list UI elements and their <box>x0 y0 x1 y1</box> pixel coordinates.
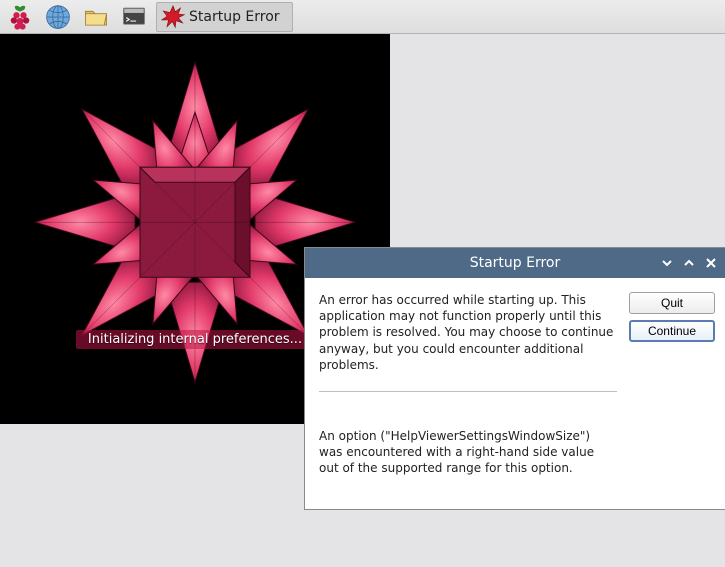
file-manager-icon[interactable] <box>80 2 112 32</box>
raspberry-menu-icon[interactable] <box>4 2 36 32</box>
dialog-body: An error has occurred while starting up.… <box>305 278 725 509</box>
dialog-titlebar[interactable]: Startup Error <box>305 248 725 278</box>
maximize-icon[interactable] <box>681 255 697 271</box>
startup-error-dialog: Startup Error An error has occurred whil… <box>305 248 725 509</box>
dialog-buttons: Quit Continue <box>629 292 715 489</box>
globe-icon[interactable] <box>42 2 74 32</box>
taskbar: Startup Error <box>0 0 725 34</box>
starburst-error-icon <box>161 5 185 29</box>
dialog-separator <box>319 391 617 392</box>
quit-button[interactable]: Quit <box>629 292 715 314</box>
taskbar-app-label: Startup Error <box>189 9 280 25</box>
dialog-para-2: An option ("HelpViewerSettingsWindowSize… <box>319 428 617 477</box>
dialog-para-1: An error has occurred while starting up.… <box>319 292 617 373</box>
splash-status-text: Initializing internal preferences... <box>76 330 314 349</box>
terminal-icon[interactable] <box>118 2 150 32</box>
dialog-text: An error has occurred while starting up.… <box>319 292 617 489</box>
continue-button[interactable]: Continue <box>629 320 715 342</box>
shade-icon[interactable] <box>659 255 675 271</box>
taskbar-app-startup-error[interactable]: Startup Error <box>156 2 293 32</box>
close-icon[interactable] <box>703 255 719 271</box>
